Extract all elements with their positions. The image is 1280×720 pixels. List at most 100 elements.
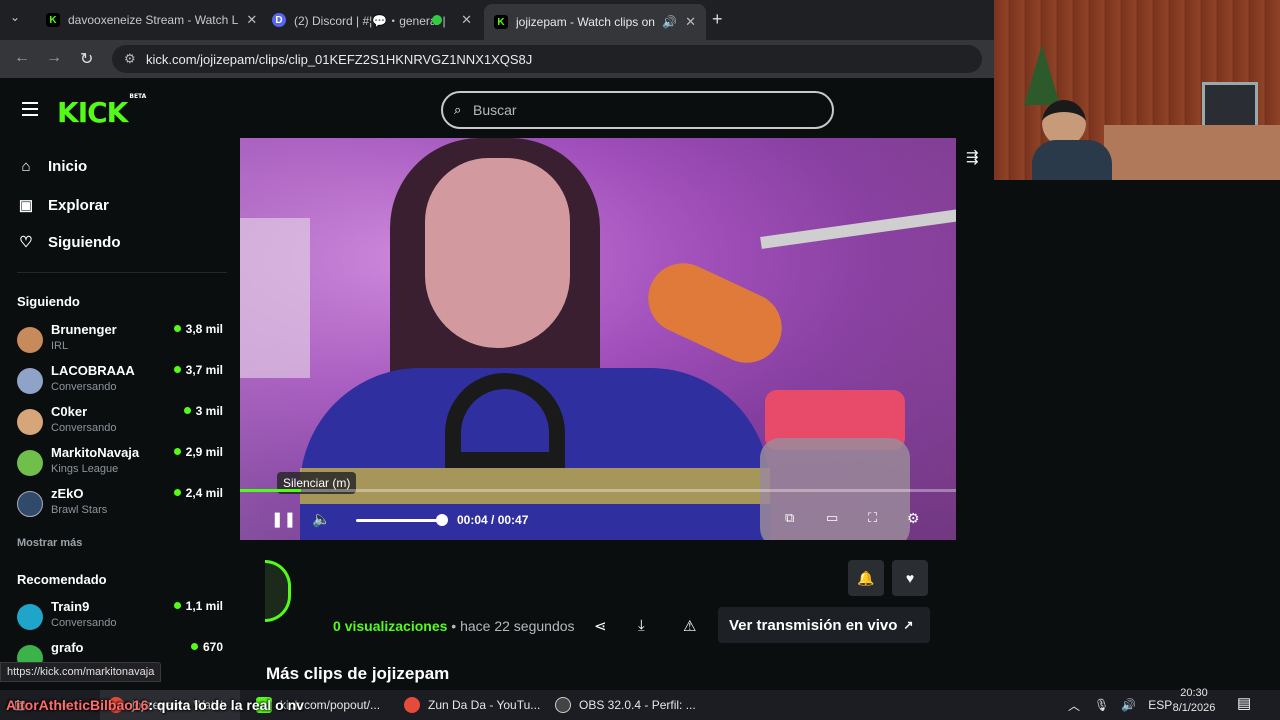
tab-title: davooxeneize Stream - Watch L: [68, 13, 239, 27]
avatar: [17, 491, 43, 517]
tray-chevron-icon[interactable]: ︿: [1068, 697, 1080, 714]
tab-search-dropdown[interactable]: ⌄: [10, 10, 20, 24]
back-icon[interactable]: ←: [14, 49, 30, 67]
following-heading: Siguiendo: [17, 294, 80, 309]
search-input[interactable]: ⌕ Buscar: [441, 91, 834, 129]
nav-inicio[interactable]: ⌂ Inicio: [17, 158, 87, 175]
taskbar-app[interactable]: OBS 32.0.4 - Perfil: ...: [555, 690, 696, 720]
nav-explorar[interactable]: ▣ Explorar: [17, 196, 109, 215]
live-dot-icon: [173, 602, 181, 609]
forward-icon[interactable]: →: [46, 49, 62, 67]
watch-live-button[interactable]: Ver transmisión en vivo ↗: [718, 607, 930, 643]
channel-name: Train9: [51, 599, 90, 614]
streamer-avatar[interactable]: [265, 560, 291, 622]
person-face: [425, 158, 570, 348]
home-icon: ⌂: [21, 158, 31, 175]
live-dot-icon: [190, 643, 198, 650]
viewer-count-text: 670: [202, 640, 223, 654]
url-field[interactable]: ⚙ kick.com/jojizepam/clips/clip_01KEFZ2S…: [112, 45, 982, 73]
close-tab-icon[interactable]: ✕: [453, 12, 472, 28]
reload-icon[interactable]: ↻: [80, 49, 93, 69]
viewer-count-text: 3 mil: [195, 404, 223, 418]
settings-icon[interactable]: ⚙: [907, 510, 920, 527]
channel-category: Kings League: [51, 463, 119, 475]
stats-separator: •: [451, 618, 457, 634]
progress-fill: [240, 489, 301, 492]
new-tab-button[interactable]: +: [712, 9, 723, 30]
viewer-count-text: 1,1 mil: [185, 599, 223, 613]
browser-tab-bar: ⌄ K davooxeneize Stream - Watch L ✕ D (2…: [0, 0, 994, 40]
person-body: [1032, 140, 1112, 180]
channel-name: Brunenger: [51, 322, 117, 337]
sidebar-channel[interactable]: Brunenger IRL 3,8 mil: [17, 322, 227, 358]
browser-tab[interactable]: D (2) Discord | #¦💬・general | ✕: [262, 5, 482, 35]
taskbar-clock[interactable]: 20:30 8/1/2026: [1166, 686, 1222, 716]
viewer-count: 670: [190, 640, 223, 654]
sidebar-channel[interactable]: MarkitoNavaja Kings League 2,9 mil: [17, 445, 227, 481]
browser-tab[interactable]: K davooxeneize Stream - Watch L ✕: [36, 5, 256, 35]
sidebar-channel[interactable]: C0ker Conversando 3 mil: [17, 404, 227, 440]
report-warning-icon[interactable]: ⚠: [683, 617, 696, 635]
avatar: [17, 604, 43, 630]
volume-slider[interactable]: [356, 519, 442, 522]
avatar: [17, 327, 43, 353]
pause-icon[interactable]: ❚❚: [271, 510, 296, 528]
sidebar-channel[interactable]: zEkO Brawl Stars 2,4 mil: [17, 486, 227, 522]
nav-label: Inicio: [48, 158, 88, 175]
live-dot-icon: [173, 366, 181, 373]
kick-favicon-icon: K: [46, 13, 60, 27]
channel-name: C0ker: [51, 404, 88, 419]
external-link-icon: ↗: [903, 618, 914, 632]
expand-chat-icon[interactable]: ⇶: [966, 148, 979, 166]
video-progress-bar[interactable]: [240, 489, 956, 492]
browser-tab-active[interactable]: K jojizepam - Watch clips on K 🔊 ✕: [484, 4, 706, 40]
search-placeholder: Buscar: [473, 102, 517, 118]
viewer-count-text: 3,7 mil: [185, 363, 223, 377]
sidebar-channel[interactable]: Train9 Conversando 1,1 mil: [17, 599, 227, 635]
notification-bell-button[interactable]: 🔔: [848, 560, 884, 596]
live-dot-icon: [173, 448, 181, 455]
christmas-tree: [1024, 45, 1060, 105]
pip-icon[interactable]: ⧉: [785, 510, 794, 526]
channel-category: Brawl Stars: [51, 504, 108, 516]
microphone-icon[interactable]: 🎙: [1094, 698, 1109, 712]
theater-mode-icon[interactable]: ▭: [826, 510, 838, 526]
channel-name: zEkO: [51, 486, 84, 501]
close-tab-icon[interactable]: ✕: [238, 12, 256, 28]
download-icon[interactable]: ⤓: [638, 617, 645, 634]
avatar: [17, 368, 43, 394]
live-dot-icon: [173, 325, 181, 332]
site-settings-icon[interactable]: ⚙: [124, 51, 136, 67]
volume-knob[interactable]: [436, 514, 448, 526]
sidebar-divider: [17, 272, 227, 273]
speaker-icon[interactable]: 🔊: [1121, 698, 1136, 712]
taskbar-app[interactable]: Zun Da Da - YouTu...: [404, 690, 540, 720]
notifications-icon[interactable]: ▤: [1237, 694, 1251, 712]
sidebar-channel[interactable]: LACOBRAAA Conversando 3,7 mil: [17, 363, 227, 399]
fullscreen-icon[interactable]: ⛶: [868, 510, 877, 526]
desk: [1104, 125, 1280, 180]
wall-poster: [240, 218, 310, 378]
tab-title: jojizepam - Watch clips on K: [516, 15, 656, 29]
volume-icon[interactable]: 🔈: [312, 510, 331, 528]
nav-label: Explorar: [48, 196, 109, 214]
follow-heart-button[interactable]: ♥: [892, 560, 928, 596]
channel-name: grafo: [51, 640, 84, 655]
nav-siguiendo[interactable]: ♡ Siguiendo: [17, 233, 120, 252]
share-icon[interactable]: ⋖: [594, 617, 607, 635]
clock-time: 20:30: [1180, 687, 1208, 699]
avatar: [17, 450, 43, 476]
viewer-count: 3 mil: [183, 404, 223, 418]
search-icon: ⌕: [454, 102, 462, 117]
channel-name: LACOBRAAA: [51, 363, 135, 378]
kick-logo[interactable]: KICK BETA: [57, 93, 146, 129]
link-hover-status: https://kick.com/markitonavaja: [0, 662, 162, 682]
live-dot-icon: [173, 489, 181, 496]
empty-right-area: [994, 180, 1280, 690]
speaker-icon[interactable]: 🔊: [662, 15, 677, 29]
menu-icon[interactable]: [22, 102, 38, 120]
close-tab-icon[interactable]: ✕: [677, 14, 696, 30]
more-clips-heading: Más clips de jojizepam: [266, 664, 450, 683]
browse-icon: ▣: [18, 197, 34, 214]
show-more-link[interactable]: Mostrar más: [17, 537, 82, 549]
